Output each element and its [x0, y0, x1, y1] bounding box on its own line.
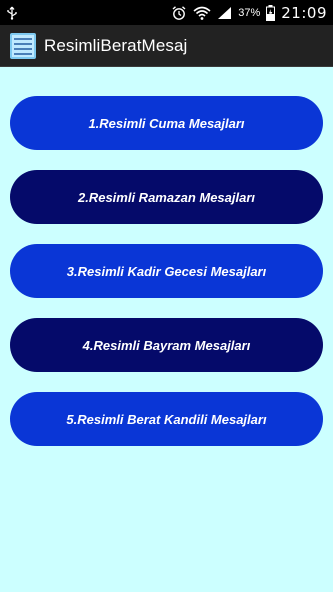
wifi-icon: [193, 6, 211, 20]
menu-button-label: 1.Resimli Cuma Mesajları: [88, 115, 245, 131]
action-bar: ResimliBeratMesaj: [0, 25, 333, 67]
battery-percent: 37%: [238, 6, 261, 19]
menu-button-label: 3.Resimli Kadir Gecesi Mesajları: [66, 263, 267, 279]
menu-button-label: 2.Resimli Ramazan Mesajları: [77, 189, 256, 205]
app-title: ResimliBeratMesaj: [44, 35, 188, 55]
usb-icon: [6, 6, 18, 20]
menu-button-label: 5.Resimli Berat Kandili Mesajları: [66, 411, 267, 427]
menu-button-label: 4.Resimli Bayram Mesajları: [82, 337, 251, 353]
app-icon[interactable]: [10, 32, 36, 59]
clock: 21:09: [281, 3, 327, 22]
menu-button-berat-kandili[interactable]: 5.Resimli Berat Kandili Mesajları: [10, 392, 323, 446]
menu-button-ramazan[interactable]: 2.Resimli Ramazan Mesajları: [10, 170, 323, 224]
menu-button-kadir-gecesi[interactable]: 3.Resimli Kadir Gecesi Mesajları: [10, 244, 323, 298]
signal-icon: [217, 6, 232, 20]
alarm-icon: [171, 5, 187, 21]
menu-button-bayram[interactable]: 4.Resimli Bayram Mesajları: [10, 318, 323, 372]
menu-button-cuma[interactable]: 1.Resimli Cuma Mesajları: [10, 96, 323, 150]
status-bar: 37% 21:09: [0, 0, 333, 25]
battery-charging-icon: [266, 4, 276, 21]
